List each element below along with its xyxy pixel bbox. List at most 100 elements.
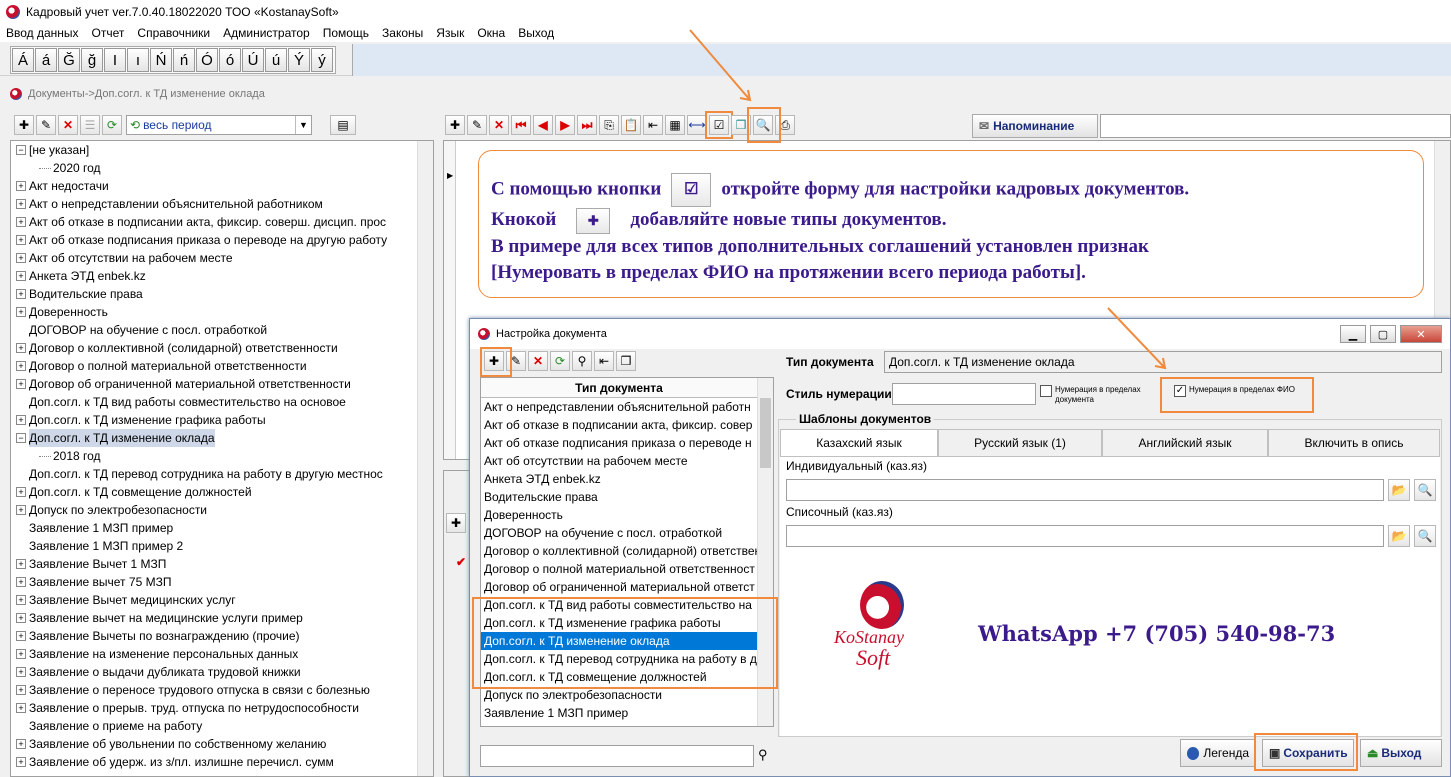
maximize-icon[interactable]: ▢	[1370, 325, 1396, 343]
menu-item-report[interactable]: Отчет	[92, 26, 125, 40]
delete-icon[interactable]: ✕	[489, 115, 509, 135]
tree-item[interactable]: + Заявление вычет 75 МЗП	[11, 573, 419, 591]
export-icon[interactable]: ⇤	[594, 351, 614, 371]
list-item[interactable]: Акт об отказе подписания приказа о перев…	[481, 434, 757, 452]
expand-icon[interactable]: +	[16, 739, 26, 749]
letter-button[interactable]: I	[104, 48, 126, 72]
preview-icon[interactable]: 🔍	[1414, 479, 1436, 501]
list-template-input[interactable]	[786, 525, 1384, 547]
tree-scrollbar[interactable]	[417, 141, 433, 776]
expand-icon[interactable]: +	[16, 577, 26, 587]
book-icon[interactable]: ❒	[731, 115, 751, 135]
next-record-icon[interactable]: ▶	[555, 115, 575, 135]
folder-open-icon[interactable]: 📂	[1388, 525, 1410, 547]
binoculars-icon[interactable]: ⚲	[572, 351, 592, 371]
period-select[interactable]: ⟲ весь период ▼	[126, 115, 312, 135]
tree-item[interactable]: Доп.согл. к ТД перевод сотрудника на раб…	[11, 465, 419, 483]
tree-item[interactable]: + Доп.согл. к ТД изменение графика работы	[11, 411, 419, 429]
num-doc-checkbox[interactable]	[1040, 385, 1052, 397]
list-search-input[interactable]	[480, 745, 754, 767]
expand-icon[interactable]: +	[16, 505, 26, 515]
expand-icon[interactable]: +	[16, 415, 26, 425]
scroll-thumb[interactable]	[760, 398, 771, 468]
add-icon[interactable]: ✚	[446, 513, 466, 533]
tree-item[interactable]: − Доп.согл. к ТД изменение оклада	[11, 429, 419, 447]
tab-inventory[interactable]: Включить в опись	[1268, 429, 1440, 457]
expand-icon[interactable]: +	[16, 217, 26, 227]
expand-icon[interactable]: +	[16, 289, 26, 299]
list-item[interactable]: Заявление 1 МЗП пример	[481, 704, 757, 722]
exit-button[interactable]: ⏏ Выход	[1360, 739, 1442, 767]
expand-icon[interactable]: +	[16, 667, 26, 677]
num-doc-option[interactable]: Нумерация в пределах документа	[1040, 385, 1158, 405]
tree-item[interactable]: + Заявление о выдачи дубликата трудовой к…	[11, 663, 419, 681]
prev-record-icon[interactable]: ◀	[533, 115, 553, 135]
tree-item[interactable]: + Заявление вычет на медицинские услуги п…	[11, 609, 419, 627]
tree-item[interactable]: + Акт о непредставлении объяснительной ра…	[11, 195, 419, 213]
expand-icon[interactable]: +	[16, 631, 26, 641]
letter-button[interactable]: ý	[311, 48, 333, 72]
minimize-icon[interactable]: ▁	[1340, 325, 1366, 343]
list-item[interactable]: Договор об ограниченной материальной отв…	[481, 578, 757, 596]
expand-icon[interactable]: +	[16, 613, 26, 623]
tree-item[interactable]: + Заявление Вычеты по вознаграждению (про…	[11, 627, 419, 645]
list-item[interactable]: Договор о коллективной (солидарной) отве…	[481, 542, 761, 560]
edit-icon[interactable]: ✎	[467, 115, 487, 135]
menu-item-windows[interactable]: Окна	[477, 26, 505, 40]
expand-icon[interactable]: +	[16, 199, 26, 209]
first-record-icon[interactable]: ⏮	[511, 115, 531, 135]
menu-item-admin[interactable]: Администратор	[223, 26, 310, 40]
list-icon[interactable]: ☰	[80, 115, 100, 135]
preview-icon[interactable]: 🔍	[753, 115, 773, 135]
add-icon[interactable]: ✚	[14, 115, 34, 135]
letter-button[interactable]: Ó	[196, 48, 218, 72]
reminder-field[interactable]	[1100, 114, 1451, 138]
delete-icon[interactable]: ✕	[528, 351, 548, 371]
legend-button[interactable]: Легенда	[1180, 739, 1256, 767]
tree-item[interactable]: + Водительские права	[11, 285, 419, 303]
tree-item[interactable]: Заявление 1 МЗП пример 2	[11, 537, 419, 555]
tree-item[interactable]: + Договор об ограниченной материальной от…	[11, 375, 419, 393]
expand-icon[interactable]: +	[16, 487, 26, 497]
tree-item[interactable]: + Заявление об удерж. из з/пл. излишне пе…	[11, 753, 419, 771]
tree-item[interactable]: + Заявление о прерыв. труд. отпуска по не…	[11, 699, 419, 717]
copy-icon[interactable]: ⎘	[599, 115, 619, 135]
tree-item[interactable]: Доп.согл. к ТД вид работы совместительст…	[11, 393, 419, 411]
chevron-down-icon[interactable]: ▼	[295, 116, 311, 134]
tree-item[interactable]: + Доп.согл. к ТД совмещение должностей	[11, 483, 419, 501]
expand-icon[interactable]: +	[16, 685, 26, 695]
letter-button[interactable]: Ń	[150, 48, 172, 72]
tree-item[interactable]: + Заявление о переносе трудового отпуска …	[11, 681, 419, 699]
menu-item-laws[interactable]: Законы	[382, 26, 423, 40]
expand-icon[interactable]: +	[16, 757, 26, 767]
preview-icon[interactable]: 🔍	[1414, 525, 1436, 547]
expand-icon[interactable]: +	[16, 379, 26, 389]
menu-item-help[interactable]: Помощь	[323, 26, 369, 40]
tree-item[interactable]: + Заявление Вычет медицинских услуг	[11, 591, 419, 609]
tree-item[interactable]: Заявление 1 МЗП пример	[11, 519, 419, 537]
menu-item-exit[interactable]: Выход	[518, 26, 554, 40]
tree-item[interactable]: + Заявление Вычет 1 МЗП	[11, 555, 419, 573]
tree-item[interactable]: + Договор о полной материальной ответстве…	[11, 357, 419, 375]
expand-icon[interactable]: +	[16, 649, 26, 659]
collapse-icon[interactable]: −	[16, 145, 26, 155]
paste-icon[interactable]: 📋	[621, 115, 641, 135]
expand-icon[interactable]: +	[16, 595, 26, 605]
tree-item[interactable]: + Заявление об увольнении по собственному…	[11, 735, 419, 753]
tab-english[interactable]: Английский язык	[1102, 429, 1268, 457]
folder-open-icon[interactable]: 📂	[1388, 479, 1410, 501]
document-settings-icon[interactable]: ☑	[705, 111, 733, 139]
expand-icon[interactable]: +	[16, 361, 26, 371]
tree-item[interactable]: + Акт недостачи	[11, 177, 419, 195]
expand-icon[interactable]: +	[16, 235, 26, 245]
refresh-icon[interactable]: ⟳	[102, 115, 122, 135]
letter-button[interactable]: ń	[173, 48, 195, 72]
menu-item-language[interactable]: Язык	[436, 26, 464, 40]
letter-button[interactable]: ú	[265, 48, 287, 72]
reminder-button[interactable]: ✉ Напоминание	[972, 114, 1098, 138]
list-item[interactable]: Акт об отсутствии на рабочем месте	[481, 452, 757, 470]
letter-button[interactable]: Ğ	[58, 48, 80, 72]
tree-item[interactable]: + Акт об отказе в подписании акта, фиксир…	[11, 213, 419, 231]
edit-icon[interactable]: ✎	[36, 115, 56, 135]
tree-item[interactable]: 2018 год	[11, 447, 419, 465]
